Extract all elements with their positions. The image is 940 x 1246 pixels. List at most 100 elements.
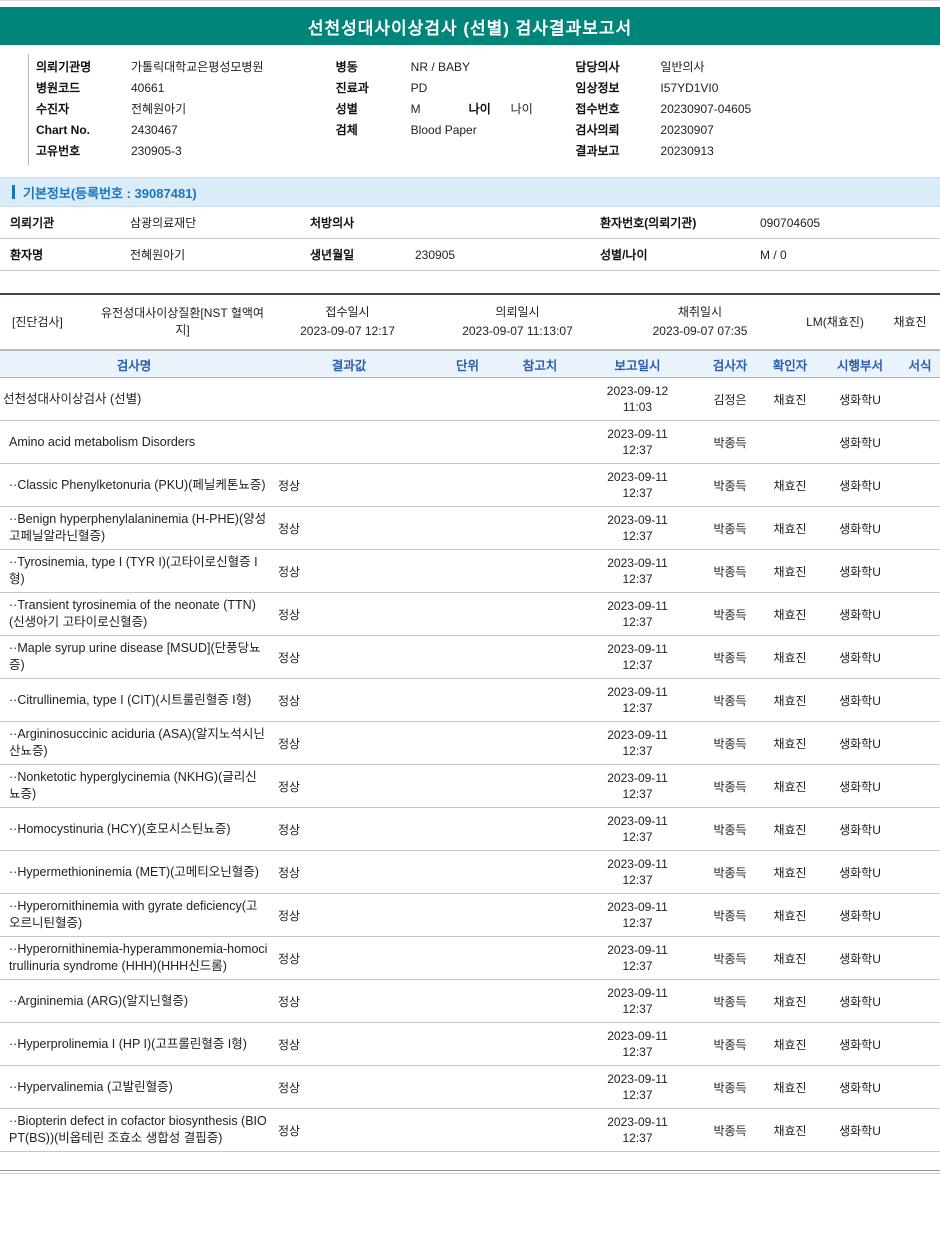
table-row: ··Hyperornithinemia with gyrate deficien…: [0, 893, 940, 938]
header-info-row: 의뢰기관명 가톨릭대학교은평성모병원: [36, 57, 336, 78]
header-info-row: 수진자 전혜원아기: [36, 99, 336, 120]
reported-at: 2023-09-11 12:37: [575, 549, 700, 594]
field-value: 삼광의료재단: [130, 216, 197, 230]
department: 생화학U: [820, 420, 900, 465]
form: [900, 936, 940, 981]
table-row: ··Maple syrup urine disease [MSUD](단풍당뇨증…: [0, 635, 940, 680]
test-name: ··Hypermethioninemia (MET)(고메티오닌혈증): [0, 850, 268, 895]
tester: 박종득: [700, 936, 760, 981]
unit: [430, 678, 505, 723]
header-info-row: 결과보고 20230913: [575, 141, 940, 162]
results-table-head: 검사명 결과값 단위 참고치 보고일시 검사자 확인자 시행부서 서식: [0, 350, 940, 379]
field-value: Blood Paper: [410, 123, 477, 137]
confirmer: 채효진: [760, 635, 820, 680]
department: 생화학U: [820, 678, 900, 723]
collector: LM(채효진): [806, 315, 864, 330]
column-header-7: 시행부서: [820, 350, 900, 379]
reported-at: 2023-09-11 12:37: [575, 850, 700, 895]
field-value: 전혜원아기: [130, 248, 186, 262]
tester: 박종득: [700, 764, 760, 809]
receipt-datetime: 접수일시 2023-09-07 12:17: [270, 303, 425, 340]
table-row: ··Hyperprolinemia I (HP I)(고프롤린혈증 I형) 정상 2…: [0, 1022, 940, 1067]
result-value: 정상: [268, 1108, 430, 1153]
form: [900, 377, 940, 422]
confirmer: 채효진: [760, 1108, 820, 1153]
header-info-col-3: 담당의사 일반의사 임상정보 I57YD1VI0 접수번호 20230907-04605 검…: [575, 57, 940, 162]
result-value: 정상: [268, 893, 430, 938]
field-value: M: [410, 102, 421, 116]
report-title: 선천성대사이상검사 (선별) 검사결과보고서: [307, 18, 633, 38]
table-row: ··Argininemia (ARG)(알지닌혈증) 정상 2023-09-11 1…: [0, 979, 940, 1024]
field-label: 의뢰일시: [495, 305, 540, 319]
result-value: 정상: [268, 850, 430, 895]
request-datetime: 의뢰일시 2023-09-07 11:13:07: [425, 303, 610, 340]
test-name: ··Hyperornithinemia-hyperammonemia-homoc…: [0, 936, 268, 981]
confirmer: 채효진: [760, 721, 820, 766]
reported-at-text: 2023-09-11 12:37: [607, 513, 668, 544]
unit: [430, 936, 505, 981]
form: [900, 764, 940, 809]
confirmer: 채효진: [760, 506, 820, 551]
page-footer-rule: [0, 1170, 940, 1175]
tester: 박종득: [700, 893, 760, 938]
confirmer: 채효진: [760, 764, 820, 809]
field-value: 전혜원아기: [131, 102, 187, 116]
result-value: 정상: [268, 1022, 430, 1067]
confirmer: 채효진: [760, 936, 820, 981]
report-title-bar: 선천성대사이상검사 (선별) 검사결과보고서: [0, 7, 940, 45]
tester: 박종득: [700, 506, 760, 551]
header-info-row: 병원코드 40661: [36, 78, 336, 99]
department: 생화학U: [820, 764, 900, 809]
reported-at-text: 2023-09-11 12:37: [607, 857, 668, 888]
unit: [430, 721, 505, 766]
result-value: 정상: [268, 635, 430, 680]
form: [900, 1108, 940, 1153]
form: [900, 678, 940, 723]
field-label: 검체: [335, 123, 358, 137]
unit: [430, 592, 505, 637]
basic-info-row: 환자명 전혜원아기 생년월일 230905 성별/나이 M / 0: [0, 239, 940, 271]
form: [900, 807, 940, 852]
reported-at-text: 2023-09-11 12:37: [607, 943, 668, 974]
reported-at-text: 2023-09-11 12:37: [607, 685, 668, 716]
tester: 박종득: [700, 592, 760, 637]
test-name: ··Citrullinemia, type I (CIT)(시트룰린혈증 I형): [0, 678, 268, 723]
field-value: 2023-09-07 11:13:07: [462, 323, 573, 338]
form: [900, 893, 940, 938]
reported-at: 2023-09-11 12:37: [575, 807, 700, 852]
table-row: ··Hyperornithinemia-hyperammonemia-homoc…: [0, 936, 940, 981]
field-label: 성별/나이: [600, 248, 648, 262]
field-label: 병원코드: [36, 81, 81, 95]
form: [900, 592, 940, 637]
unit: [430, 1108, 505, 1153]
department: 생화학U: [820, 377, 900, 422]
basic-info-table: 의뢰기관 삼광의료재단 처방의사 환자번호(의뢰기관) 090704605 환자명 전혜원아…: [0, 207, 940, 271]
tester: 박종득: [700, 1022, 760, 1067]
header-info-row: 검사의뢰 20230907: [575, 120, 940, 141]
reported-at-text: 2023-09-11 12:37: [607, 599, 668, 630]
table-row: ··Biopterin defect in cofactor biosynthe…: [0, 1108, 940, 1153]
basic-info-title: 기본정보(등록번호 : 39087481): [23, 185, 197, 201]
table-row: ··Argininosuccinic aciduria (ASA)(알지노석시닌…: [0, 721, 940, 766]
field-label: 담당의사: [575, 60, 620, 74]
unit: [430, 463, 505, 508]
field-label: 접수일시: [325, 305, 370, 319]
field-value: PD: [410, 81, 428, 95]
reference-range: [505, 850, 575, 895]
field-value: I57YD1VI0: [660, 81, 719, 95]
test-name: ··Classic Phenylketonuria (PKU)(페닐케톤뇨증): [0, 463, 268, 508]
field-label: 수진자: [36, 102, 70, 116]
header-info-row: 접수번호 20230907-04605: [575, 99, 940, 120]
results-table-body: 선천성대사이상검사 (선별) 2023-09-12 11:03 김정은 채효진 생화학U…: [0, 377, 940, 1153]
reported-at: 2023-09-11 12:37: [575, 635, 700, 680]
header-info-col-1: 의뢰기관명 가톨릭대학교은평성모병원 병원코드 40661 수진자 전혜원아기 Chart …: [36, 57, 336, 162]
department: 생화학U: [820, 1022, 900, 1067]
collection-datetime: 채취일시 2023-09-07 07:35: [610, 303, 790, 340]
form: [900, 549, 940, 594]
field-label: 의뢰기관: [10, 216, 55, 230]
unit: [430, 506, 505, 551]
result-value: [268, 420, 430, 465]
test-name: 선천성대사이상검사 (선별): [0, 377, 268, 422]
test-name: ··Tyrosinemia, type I (TYR I)(고타이로신혈증 I형…: [0, 549, 268, 594]
form: [900, 506, 940, 551]
